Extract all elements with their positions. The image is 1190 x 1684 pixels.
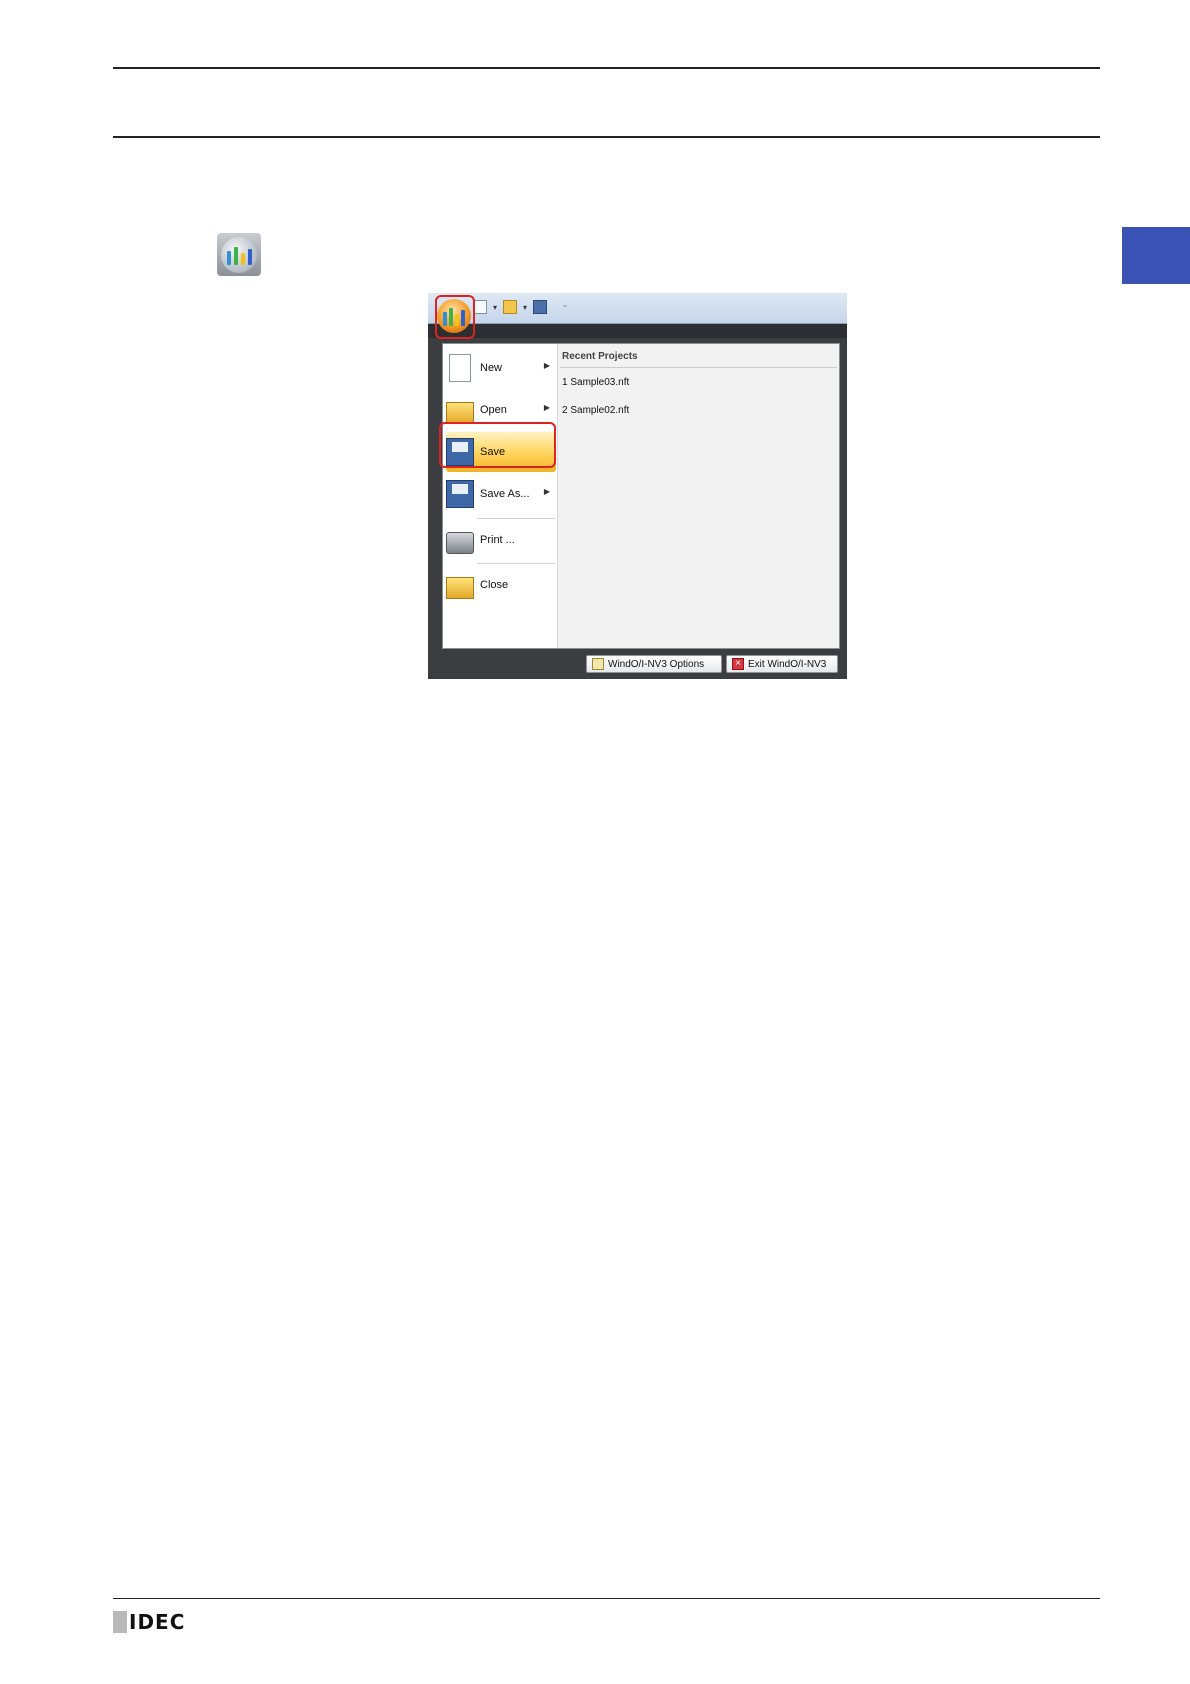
open-folder-icon[interactable] [503,300,518,314]
orb-highlight-frame [435,295,475,339]
options-icon [592,658,604,670]
new-dropdown-icon[interactable]: ▾ [493,303,497,312]
recent-projects-pane: Recent Projects 1 Sample03.nft 2 Sample0… [558,344,839,648]
close-icon [446,577,474,599]
header-rule-bottom [113,136,1100,138]
title-bar: ▾ ▾ ⁼ [428,293,847,324]
menu-commands: New ▶ Open ▶ Save Save As... ▶ Print ... [443,344,558,648]
open-dropdown-icon[interactable]: ▾ [523,303,527,312]
save-disk-icon[interactable] [533,300,548,314]
menu-item-close-label: Close [480,579,509,591]
app-button-icon [217,233,261,276]
menu-item-save-as[interactable]: Save As... ▶ [446,474,556,514]
ribbon-strip [428,324,847,338]
customize-toolbar-icon[interactable]: ⁼ [563,303,567,312]
recent-project-item[interactable]: 1 Sample03.nft [562,377,629,388]
logo-mark [113,1611,127,1633]
exit-button-label: Exit WindO/I-NV3 [748,658,827,670]
options-button[interactable]: WindO/I-NV3 Options [586,655,722,673]
recent-projects-title: Recent Projects [562,351,638,362]
menu-item-close[interactable]: Close [446,565,556,605]
logo-text: IDEC [129,1610,186,1634]
print-icon [446,532,474,554]
submenu-arrow-icon: ▶ [543,361,550,370]
save-as-icon [446,480,474,508]
exit-button[interactable]: × Exit WindO/I-NV3 [726,655,838,673]
menu-item-open-label: Open [480,404,507,416]
options-button-label: WindO/I-NV3 Options [608,658,705,670]
submenu-arrow-icon: ▶ [543,487,550,496]
save-highlight-frame [439,422,556,468]
new-file-icon[interactable] [473,300,487,314]
open-icon [446,402,474,424]
menu-item-print[interactable]: Print ... [446,520,556,560]
menu-item-new[interactable]: New ▶ [446,348,556,388]
menu-item-save-as-label: Save As... [480,488,530,500]
recent-project-item[interactable]: 2 Sample02.nft [562,405,629,416]
file-menu-screenshot: ▾ ▾ ⁼ New ▶ Open ▶ Save Save As... ▶ Pri… [428,293,847,679]
chapter-side-tab [1122,227,1190,284]
exit-icon: × [732,658,744,670]
recent-projects-divider [560,367,837,368]
header-rule-top [113,67,1100,69]
menu-separator [477,518,555,519]
menu-separator [477,563,555,564]
menu-item-print-label: Print ... [480,534,515,546]
footer-rule [113,1598,1100,1599]
submenu-arrow-icon: ▶ [543,403,550,412]
new-icon [449,354,471,382]
application-menu: New ▶ Open ▶ Save Save As... ▶ Print ... [442,343,840,649]
menu-item-new-label: New [480,362,503,374]
idec-logo: IDEC [113,1610,185,1634]
quick-access-toolbar: ▾ ▾ ⁼ [473,300,567,314]
